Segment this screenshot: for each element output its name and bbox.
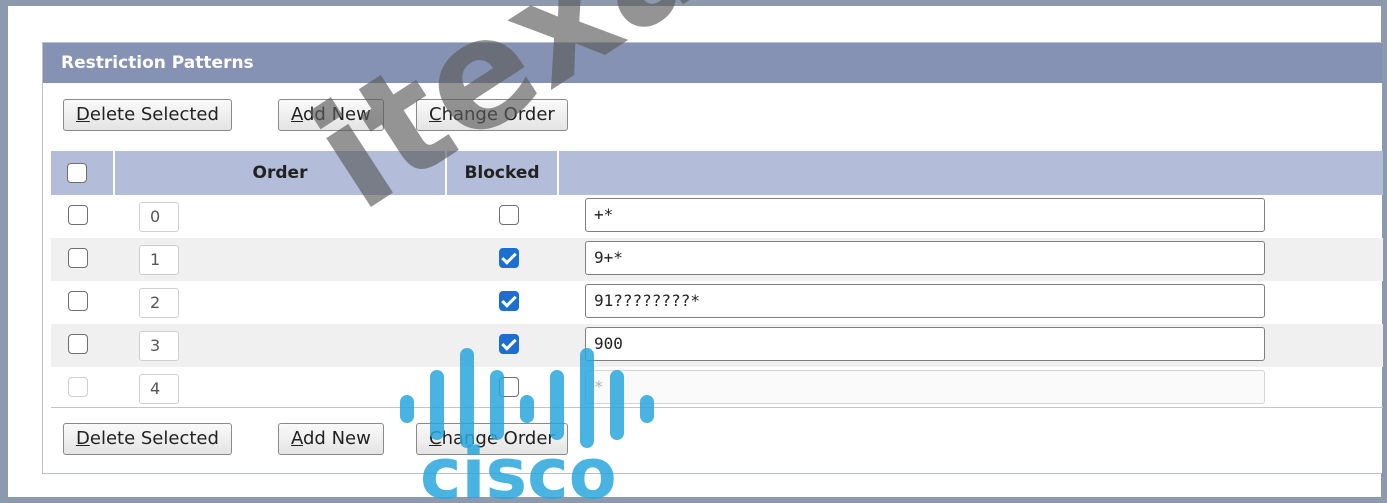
restriction-patterns-panel: Restriction Patterns Delete Selected Add… [42,42,1383,474]
panel-title: Restriction Patterns [43,43,1382,83]
pattern-input: * [585,370,1265,404]
row-select-checkbox[interactable] [68,334,88,354]
order-field[interactable]: 0 [139,202,179,232]
row-select-checkbox[interactable] [68,205,88,225]
order-field: 4 [139,374,179,404]
row-select-checkbox[interactable] [68,291,88,311]
blocked-checkbox[interactable] [499,248,519,268]
table-header: Order Blocked [51,151,1383,195]
table-row: 2 91????????* [51,281,1383,324]
pattern-input[interactable]: +* [585,198,1265,232]
table-row: 3 900 [51,324,1383,367]
blocked-checkbox[interactable] [499,291,519,311]
select-all-checkbox[interactable] [67,163,87,183]
add-new-button-bottom[interactable]: Add New [278,423,384,455]
pattern-column-header [559,151,1383,195]
row-select-checkbox[interactable] [68,248,88,268]
change-order-button-bottom[interactable]: Change Order [416,423,568,455]
order-column-header: Order [252,163,308,183]
pattern-input[interactable]: 900 [585,327,1265,361]
table-footer-divider [51,407,1383,408]
pattern-input[interactable]: 91????????* [585,284,1265,318]
delete-selected-button-bottom[interactable]: Delete Selected [63,423,232,455]
table-row: 0 +* [51,195,1383,238]
blocked-checkbox[interactable] [499,334,519,354]
order-field[interactable]: 1 [139,245,179,275]
delete-selected-button-top[interactable]: Delete Selected [63,99,232,131]
change-order-button-top[interactable]: Change Order [416,99,568,131]
table-row: 4 * [51,367,1383,410]
row-select-checkbox [68,377,88,397]
blocked-checkbox[interactable] [499,205,519,225]
blocked-checkbox[interactable] [499,377,519,397]
order-field[interactable]: 3 [139,331,179,361]
order-field[interactable]: 2 [139,288,179,318]
blocked-column-header: Blocked [464,163,540,183]
add-new-button-top[interactable]: Add New [278,99,384,131]
table-row: 1 9+* [51,238,1383,281]
pattern-input[interactable]: 9+* [585,241,1265,275]
